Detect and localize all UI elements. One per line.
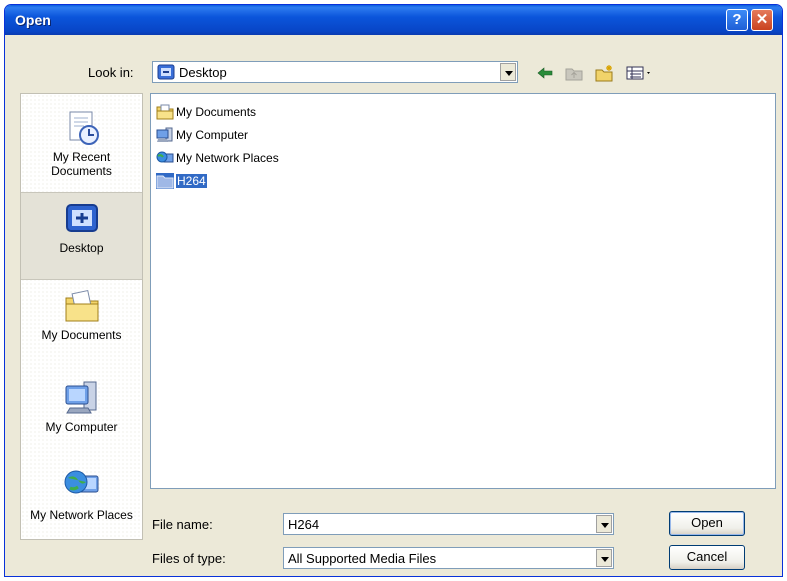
help-button[interactable]: ? [726,9,748,31]
back-arrow-icon[interactable] [534,62,556,84]
my-computer-icon [65,381,96,414]
open-button[interactable]: Open [669,511,745,536]
file-name-input[interactable]: H264 [283,513,614,535]
file-type-value: All Supported Media Files [288,551,437,566]
place-recent-documents[interactable]: My Recent Documents [21,108,142,178]
place-label: My Network Places [30,508,133,522]
look-in-dropdown[interactable]: Desktop [152,61,518,83]
place-label: My Computer [45,420,118,434]
place-my-documents[interactable]: My Documents [21,286,142,342]
desktop-icon [157,64,175,80]
file-type-dropdown[interactable]: All Supported Media Files [283,547,614,569]
look-in-value: Desktop [179,65,227,80]
open-dialog: Open ? ✕ Look in: Desktop My Recent Docu… [4,4,783,577]
my-documents-icon [65,289,98,322]
cancel-button[interactable]: Cancel [669,545,745,570]
folder-icon [156,172,174,189]
file-list[interactable]: My Documents My Computer My Network Plac… [150,93,776,489]
title-bar[interactable]: Open ? ✕ [5,5,782,35]
list-item[interactable]: My Network Places [156,148,279,167]
places-bar: My Recent Documents Desktop My Documents [20,93,143,540]
file-name: My Computer [176,127,249,142]
window-title: Open [15,12,51,28]
views-menu-icon[interactable] [625,62,655,84]
place-label: My Recent Documents [51,150,112,178]
list-item[interactable]: My Computer [156,125,248,144]
recent-documents-icon [69,111,99,145]
list-item[interactable]: My Documents [156,102,256,121]
place-label: My Documents [41,328,122,342]
desktop-icon [65,204,98,232]
file-name: My Network Places [176,150,279,165]
list-item[interactable]: H264 [156,171,207,190]
place-desktop[interactable]: Desktop [21,192,142,280]
new-folder-icon[interactable] [594,62,616,84]
place-my-computer[interactable]: My Computer [21,378,142,434]
file-name-value: H264 [288,517,320,532]
network-icon [156,151,174,162]
computer-icon [156,127,173,142]
file-name: My Documents [176,104,257,119]
file-name: H264 [176,173,207,188]
chevron-down-icon[interactable] [596,515,612,533]
chevron-down-icon[interactable] [596,549,612,567]
chevron-down-icon[interactable] [500,63,516,81]
file-name-label: File name: [152,517,213,532]
network-places-icon [64,470,98,494]
close-button[interactable]: ✕ [751,9,773,31]
file-type-label: Files of type: [152,551,226,566]
look-in-label: Look in: [88,65,134,80]
folder-icon [156,104,174,119]
place-label: Desktop [59,241,104,255]
up-folder-icon[interactable] [563,62,585,84]
place-network-places[interactable]: My Network Places [21,466,142,522]
